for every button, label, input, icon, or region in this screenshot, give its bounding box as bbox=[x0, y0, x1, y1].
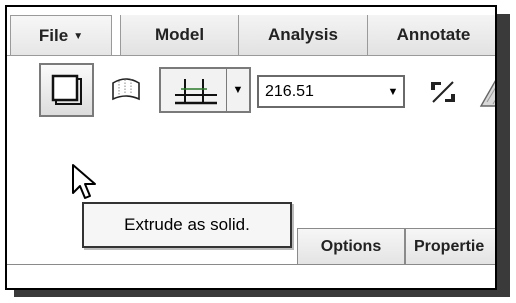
tab-file[interactable]: File ▼ bbox=[10, 15, 112, 55]
tab-model[interactable]: Model bbox=[120, 15, 239, 55]
tooltip: Extrude as solid. bbox=[82, 202, 292, 248]
depth-option-button[interactable]: ▼ bbox=[159, 67, 251, 113]
tab-analysis-label: Analysis bbox=[268, 25, 338, 44]
tab-analysis[interactable]: Analysis bbox=[239, 15, 368, 55]
bottom-tab-strip bbox=[23, 289, 205, 290]
tooltip-text: Extrude as solid. bbox=[124, 215, 250, 234]
tab-options-label: Options bbox=[320, 237, 382, 255]
tab-properties-label: Propertie bbox=[414, 237, 485, 255]
solid-square-icon bbox=[51, 74, 82, 105]
chevron-down-icon: ▼ bbox=[232, 84, 244, 96]
remove-material-icon bbox=[479, 80, 495, 107]
tab-annotate[interactable]: Annotate bbox=[368, 15, 495, 55]
depth-value-field[interactable]: 216.51 ▼ bbox=[257, 75, 405, 108]
depth-value: 216.51 bbox=[265, 82, 314, 100]
mouse-pointer-icon bbox=[72, 164, 96, 199]
flip-direction-button[interactable] bbox=[425, 73, 461, 111]
tab-properties[interactable]: Propertie bbox=[405, 228, 495, 264]
surface-outline-icon bbox=[112, 78, 140, 101]
flip-direction-icon bbox=[431, 81, 455, 103]
dashboard-divider bbox=[7, 264, 495, 265]
ribbon-tab-bar: File ▼ Model Analysis Annotate bbox=[7, 15, 495, 56]
chevron-down-icon: ▼ bbox=[73, 31, 84, 42]
blind-depth-icon bbox=[175, 79, 217, 105]
app-window: File ▼ Model Analysis Annotate ▼ 216.51 … bbox=[5, 5, 497, 290]
tab-options[interactable]: Options bbox=[297, 228, 405, 264]
extrude-solid-button[interactable] bbox=[39, 63, 94, 117]
tab-annotate-label: Annotate bbox=[396, 25, 471, 44]
depth-dropdown-arrow[interactable]: ▼ bbox=[226, 69, 249, 111]
tab-file-label: File bbox=[38, 25, 69, 45]
tab-model-label: Model bbox=[154, 25, 205, 44]
chevron-down-icon[interactable]: ▼ bbox=[383, 77, 403, 106]
remove-material-button[interactable] bbox=[477, 71, 495, 113]
extrude-surface-button[interactable] bbox=[103, 69, 149, 111]
